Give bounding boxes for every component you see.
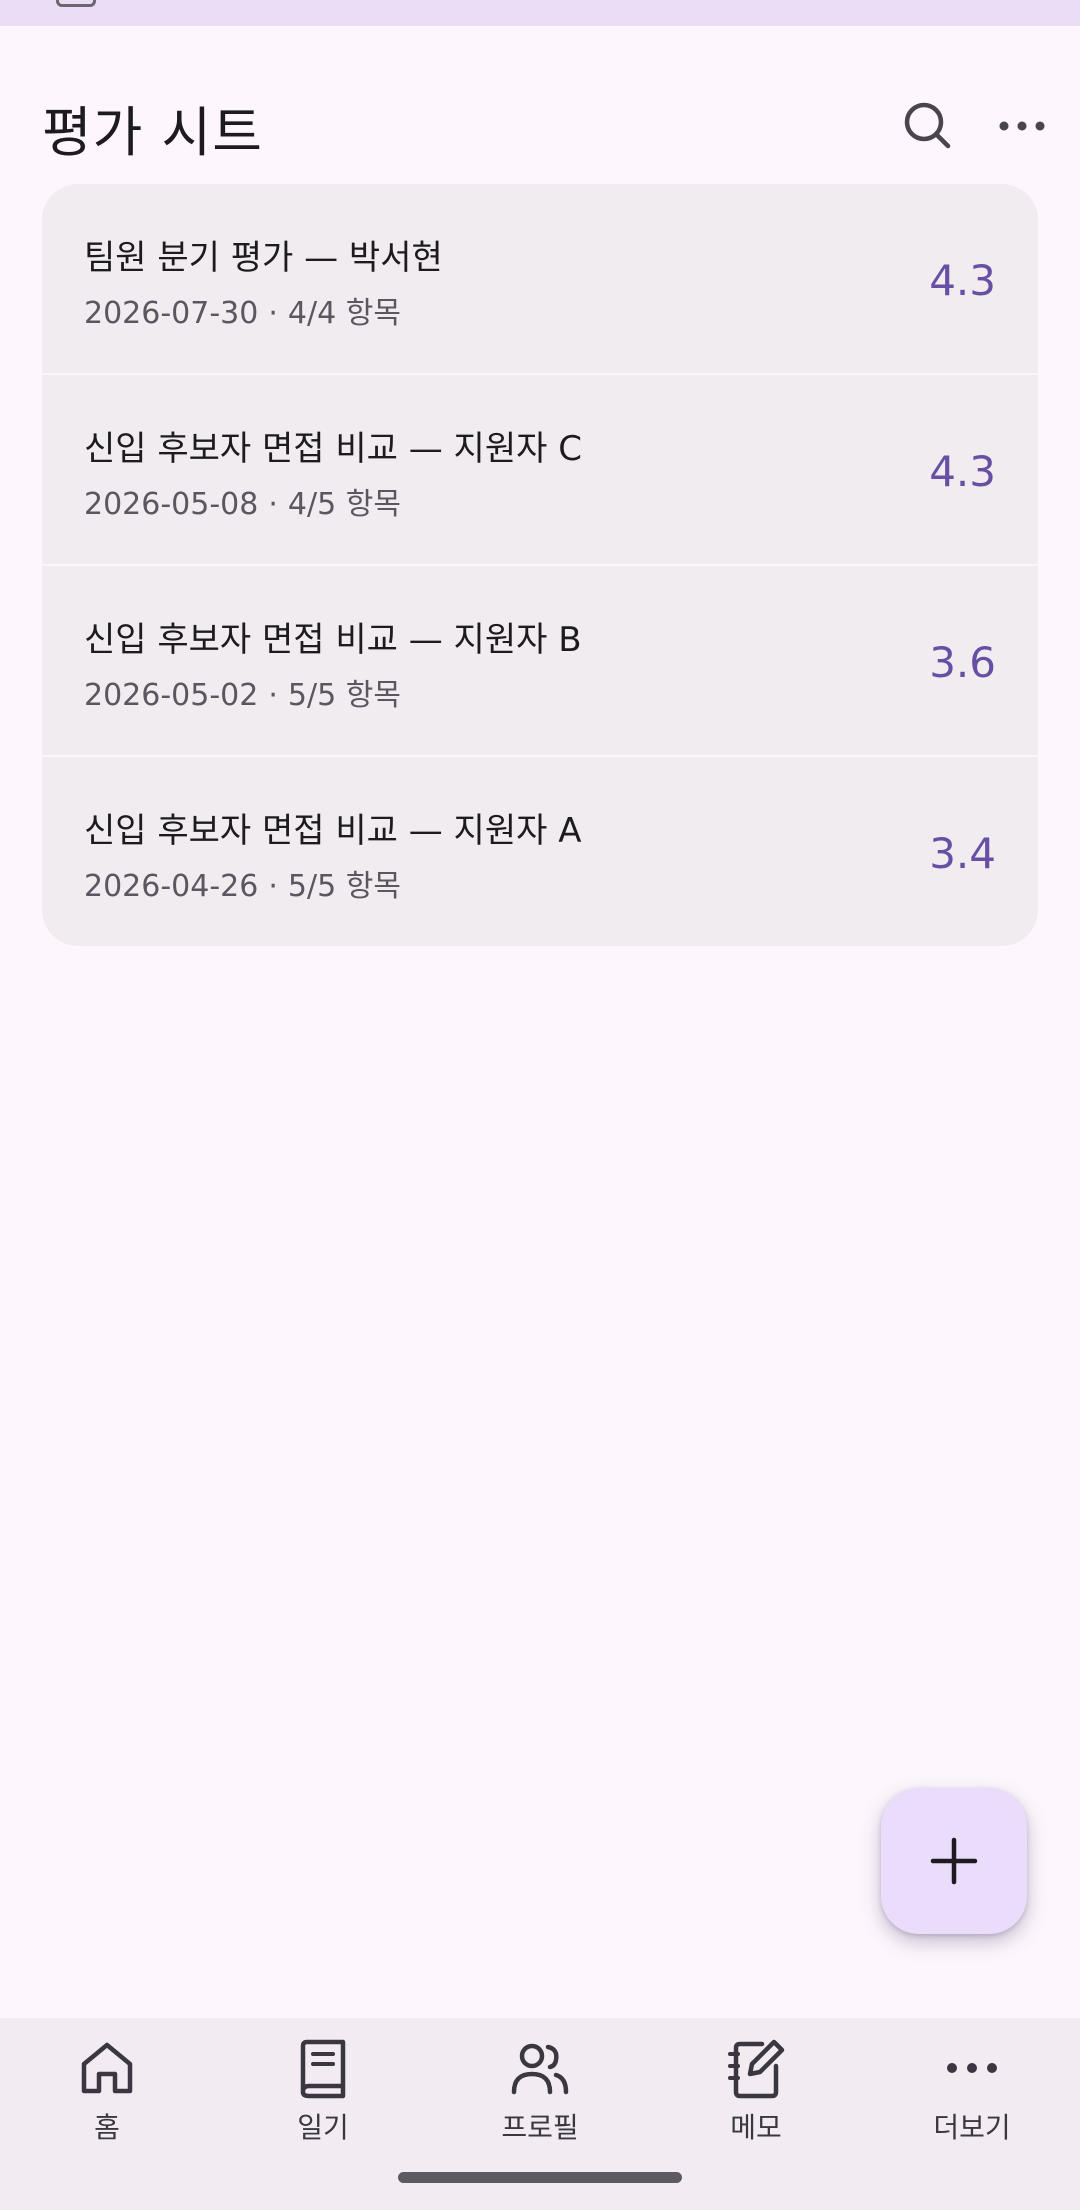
meta-separator: · [268, 296, 278, 331]
sheet-date: 2026-05-08 [84, 487, 259, 522]
list-item[interactable]: 신입 후보자 면접 비교 — 지원자 C 2026-05-08 · 4/5 항목 4… [42, 375, 1038, 563]
nav-label: 메모 [730, 2111, 782, 2144]
sheet-title: 신입 후보자 면접 비교 — 지원자 B [84, 620, 582, 660]
sheet-progress: 4/5 항목 [287, 487, 401, 522]
app-header: 평가 시트 [0, 60, 1080, 180]
list-item[interactable]: 신입 후보자 면접 비교 — 지원자 A 2026-04-26 · 5/5 항목 3… [42, 757, 1038, 945]
notebook-pen-icon [728, 2039, 785, 2099]
sheet-score: 3.6 [929, 638, 996, 687]
nav-item-home[interactable]: 홈 [27, 2036, 187, 2156]
meta-separator: · [268, 869, 278, 904]
sheet-title: 신입 후보자 면접 비교 — 지원자 C [84, 429, 582, 469]
meta-separator: · [268, 487, 278, 522]
sheet-progress: 5/5 항목 [287, 869, 401, 904]
people-icon [511, 2043, 569, 2095]
sheet-meta: 2026-05-08 · 4/5 항목 [84, 479, 401, 523]
sheet-score: 4.3 [929, 447, 996, 496]
nav-label: 홈 [94, 2111, 120, 2144]
nav-item-more[interactable]: 더보기 [892, 2036, 1052, 2156]
search-icon [904, 102, 951, 149]
sheet-meta: 2026-04-26 · 5/5 항목 [84, 861, 401, 905]
sheet-title: 팀원 분기 평가 — 박서현 [84, 238, 443, 278]
sheet-date: 2026-07-30 [84, 296, 259, 331]
nav-label: 프로필 [501, 2111, 579, 2144]
nav-label: 일기 [297, 2111, 349, 2144]
home-indicator[interactable] [398, 2172, 682, 2183]
sheet-meta: 2026-05-02 · 5/5 항목 [84, 670, 401, 714]
status-bar-icon [56, 0, 96, 7]
add-sheet-button[interactable] [881, 1788, 1027, 1934]
meta-separator: · [268, 678, 278, 713]
sheet-title: 신입 후보자 면접 비교 — 지원자 A [84, 811, 582, 851]
sheet-date: 2026-05-02 [84, 678, 259, 713]
more-horizontal-icon [947, 2063, 997, 2073]
plus-icon [930, 1837, 978, 1885]
sheet-score: 4.3 [929, 256, 996, 305]
sheet-date: 2026-04-26 [84, 869, 259, 904]
book-icon [300, 2039, 346, 2099]
sheet-score: 3.4 [929, 829, 996, 878]
page-title: 평가 시트 [42, 101, 263, 164]
search-button[interactable] [892, 90, 964, 162]
home-icon [81, 2042, 133, 2094]
nav-item-diary[interactable]: 일기 [243, 2036, 403, 2156]
sheet-meta: 2026-07-30 · 4/4 항목 [84, 288, 401, 332]
evaluation-sheet-list: 팀원 분기 평가 — 박서현 2026-07-30 · 4/4 항목 4.3 신입 … [42, 184, 1038, 946]
nav-item-memo[interactable]: 메모 [676, 2036, 836, 2156]
status-bar-strip [0, 0, 1080, 26]
overflow-menu-button[interactable] [986, 90, 1058, 162]
sheet-progress: 4/4 항목 [287, 296, 401, 331]
nav-item-profile[interactable]: 프로필 [460, 2036, 620, 2156]
sheet-progress: 5/5 항목 [287, 678, 401, 713]
list-item[interactable]: 팀원 분기 평가 — 박서현 2026-07-30 · 4/4 항목 4.3 [42, 184, 1038, 372]
more-horizontal-icon [999, 121, 1045, 131]
nav-label: 더보기 [933, 2111, 1011, 2144]
list-item[interactable]: 신입 후보자 면접 비교 — 지원자 B 2026-05-02 · 5/5 항목 3… [42, 566, 1038, 754]
